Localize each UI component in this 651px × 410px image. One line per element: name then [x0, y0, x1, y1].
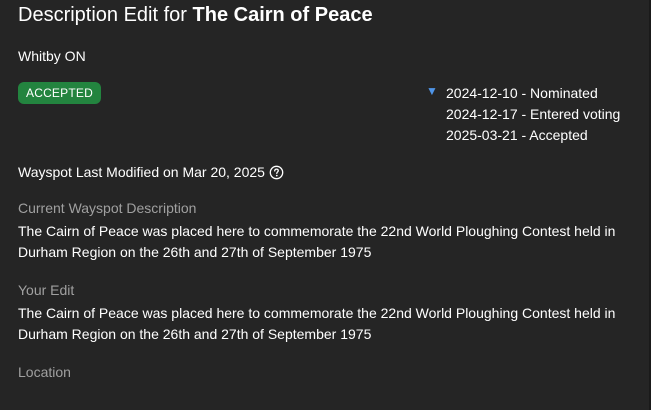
current-description-label: Current Wayspot Description: [18, 200, 197, 216]
timeline-entry-voting: 2024-12-17 - Entered voting: [446, 106, 621, 122]
status-badge: ACCEPTED: [18, 82, 101, 104]
triangle-down-icon[interactable]: ▼: [426, 84, 439, 98]
your-edit-label: Your Edit: [18, 282, 75, 298]
page-title-prefix: Description Edit for: [18, 4, 193, 26]
last-modified-row: Wayspot Last Modified on Mar 20, 2025: [18, 163, 284, 181]
timeline-entry-nominated: 2024-12-10 - Nominated: [446, 85, 598, 101]
timeline-entry-accepted: 2025-03-21 - Accepted: [446, 127, 588, 143]
location-label: Location: [18, 364, 71, 380]
your-edit-text: The Cairn of Peace was placed here to co…: [18, 305, 616, 342]
page-title: Description Edit for The Cairn of Peace: [18, 3, 373, 27]
question-circle-icon[interactable]: [269, 165, 284, 180]
wayspot-city: Whitby ON: [18, 48, 86, 64]
timeline-list: 2024-12-10 - Nominated 2024-12-17 - Ente…: [446, 83, 620, 146]
last-modified-text: Wayspot Last Modified on Mar 20, 2025: [18, 164, 265, 180]
current-description-text: The Cairn of Peace was placed here to co…: [18, 223, 616, 260]
page-title-wayspot-name: The Cairn of Peace: [192, 4, 373, 26]
